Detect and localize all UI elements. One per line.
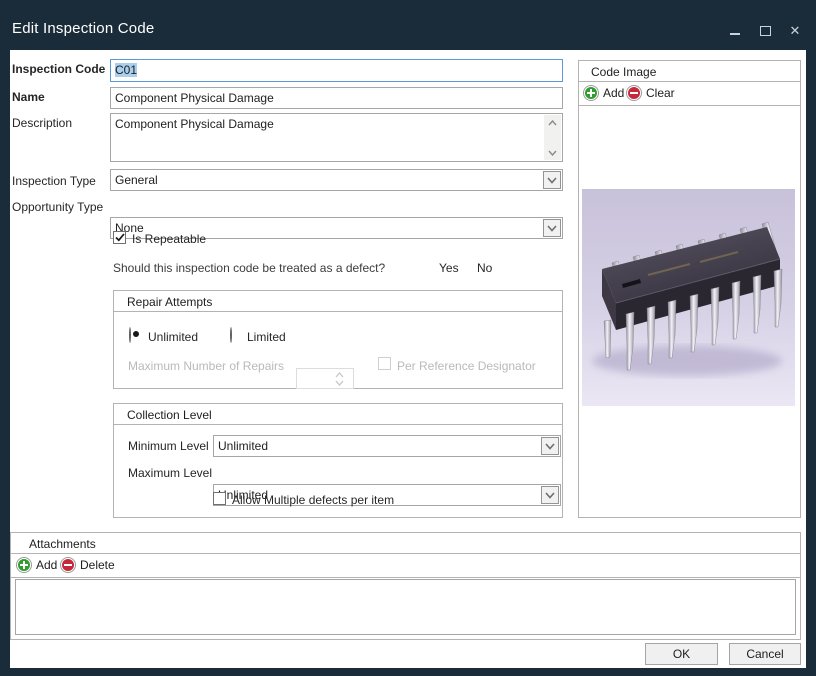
repair-attempts-group: Repair Attempts Unlimited Limited Maximu… [113,290,563,389]
collection-level-title: Collection Level [127,408,212,422]
inspection-type-label: Inspection Type [12,174,96,188]
dropdown-arrow-icon[interactable] [541,486,559,504]
minimum-level-value: Unlimited [218,439,268,453]
description-label: Description [12,116,72,130]
attachments-toolbar: Add Delete [11,554,800,578]
name-value: Component Physical Damage [115,91,274,105]
repair-attempts-header: Repair Attempts [114,291,562,312]
code-image-photo [582,189,795,406]
limited-radio[interactable] [230,327,232,343]
clear-minus-icon [627,86,641,100]
repair-attempts-title: Repair Attempts [127,295,212,309]
cancel-button[interactable]: Cancel [729,643,801,665]
window-controls: ✕ [728,22,802,40]
code-image-title: Code Image [591,65,656,79]
attachments-add-button[interactable]: Add [17,558,57,572]
attachments-title: Attachments [29,537,96,551]
description-input[interactable]: Component Physical Damage [110,113,563,162]
attachments-list[interactable] [15,579,796,635]
max-repairs-label: Maximum Number of Repairs [128,359,284,373]
add-label: Add [36,558,57,572]
description-value: Component Physical Damage [115,117,274,131]
unlimited-label: Unlimited [148,330,198,344]
name-label: Name [12,90,45,104]
attachments-header: Attachments [11,533,800,554]
delete-label: Delete [80,558,115,572]
minimum-level-select[interactable]: Unlimited [213,435,561,457]
code-image-panel: Code Image Add Clear [578,60,801,518]
code-image-clear-button[interactable]: Clear [627,86,675,100]
per-reference-checkbox[interactable] [378,357,391,370]
clear-label: Clear [646,86,675,100]
window-title: Edit Inspection Code [12,20,154,37]
defect-question-label: Should this inspection code be treated a… [113,261,385,275]
max-repairs-spinner[interactable] [296,368,354,389]
allow-multiple-label: Allow Multiple defects per item [232,493,394,507]
is-repeatable-label: Is Repeatable [132,232,206,246]
collection-level-header: Collection Level [114,404,562,425]
inspection-code-value: C01 [115,63,137,77]
code-image-toolbar: Add Clear [579,82,800,106]
opportunity-type-label: Opportunity Type [12,200,103,214]
defect-yes-label: Yes [439,261,459,275]
unlimited-radio[interactable] [129,327,131,343]
attachments-panel: Attachments Add Delete [10,532,801,640]
scroll-down-icon[interactable] [544,145,561,160]
collection-level-group: Collection Level Minimum Level Unlimited… [113,403,563,518]
code-image-header: Code Image [579,61,800,82]
close-icon[interactable]: ✕ [788,24,802,38]
add-label: Add [603,86,624,100]
inspection-type-select[interactable]: General [110,169,563,191]
attachments-delete-button[interactable]: Delete [61,558,115,572]
inspection-type-value: General [115,173,158,187]
minimum-level-label: Minimum Level [128,439,209,453]
allow-multiple-checkbox[interactable] [213,492,226,505]
maximize-icon[interactable] [758,24,772,38]
description-scrollbar[interactable] [544,115,561,160]
scroll-up-icon[interactable] [544,115,561,130]
add-plus-icon [584,86,598,100]
add-plus-icon [17,558,31,572]
limited-label: Limited [247,330,286,344]
edit-inspection-code-dialog: { "window": { "title": "Edit Inspection … [0,0,816,676]
minimize-icon[interactable] [728,24,742,38]
is-repeatable-checkbox[interactable] [113,231,126,244]
dropdown-arrow-icon[interactable] [541,437,559,455]
dropdown-arrow-icon[interactable] [543,171,561,189]
dropdown-arrow-icon[interactable] [543,219,561,237]
inspection-code-input[interactable]: C01 [110,59,563,82]
ok-button[interactable]: OK [645,643,718,665]
dialog-content: Inspection Code Name Description Inspect… [10,50,806,668]
inspection-code-label: Inspection Code [12,62,105,76]
code-image-add-button[interactable]: Add [584,86,624,100]
maximum-level-label: Maximum Level [128,466,212,480]
per-reference-label: Per Reference Designator [397,359,536,373]
delete-minus-icon [61,558,75,572]
defect-no-label: No [477,261,492,275]
name-input[interactable]: Component Physical Damage [110,87,563,109]
